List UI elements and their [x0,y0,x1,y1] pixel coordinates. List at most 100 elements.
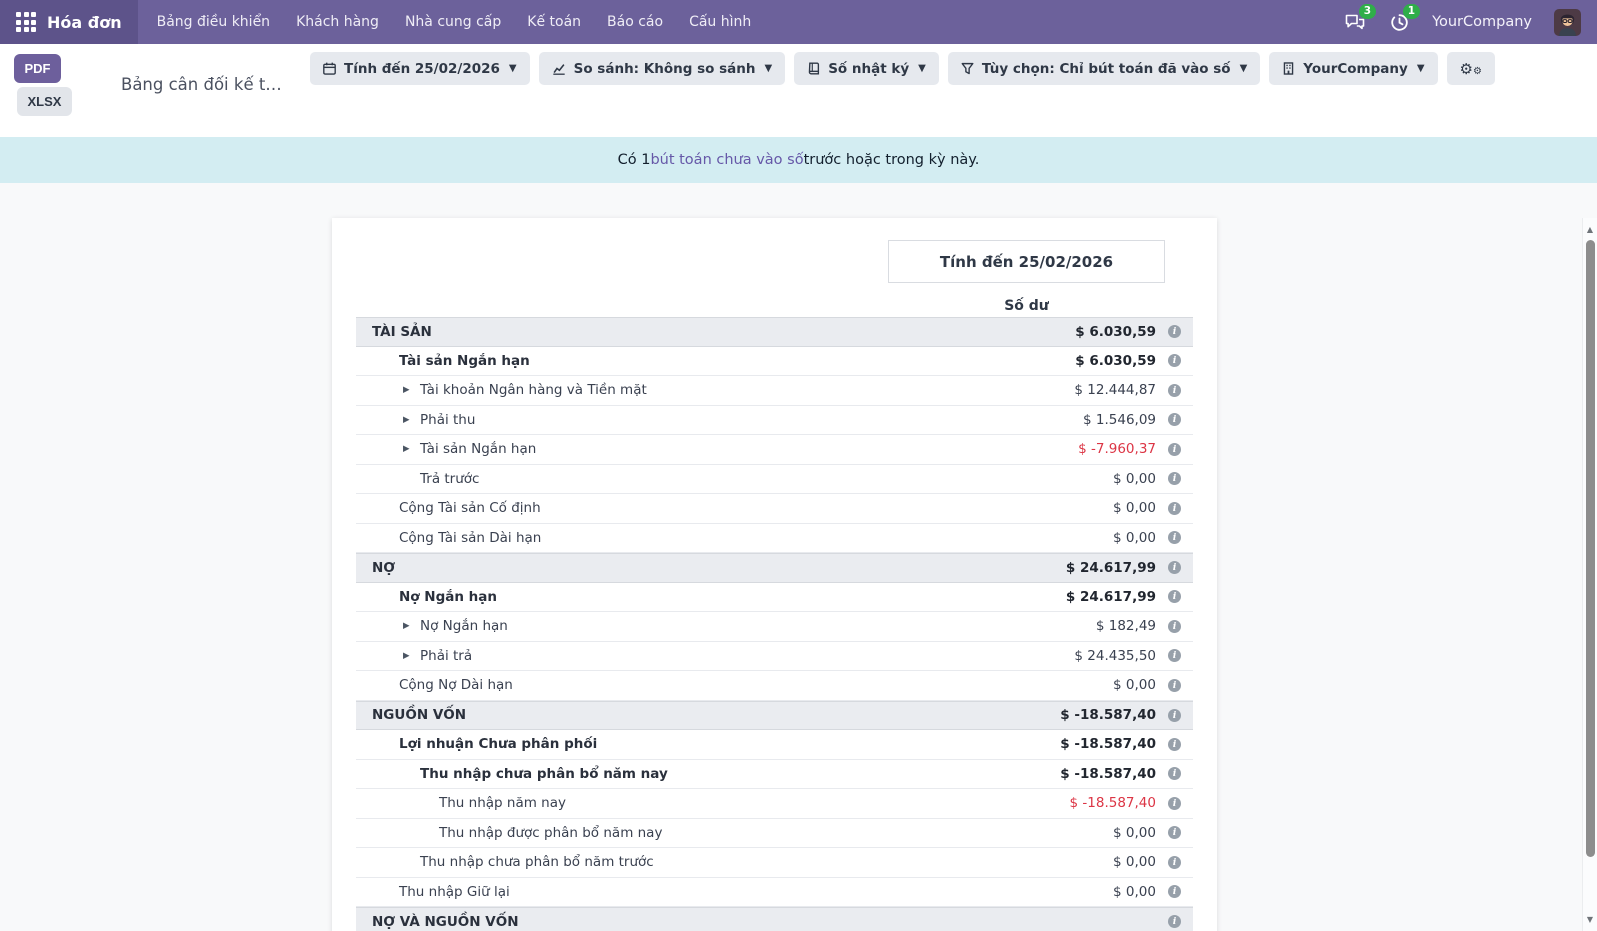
unposted-entries-link[interactable]: bút toán chưa vào số [650,152,803,168]
messages-button[interactable]: 3 [1344,11,1366,33]
expand-caret-icon[interactable]: ▶ [403,415,420,425]
info-button[interactable]: i [1156,502,1193,515]
info-button[interactable]: i [1156,443,1193,456]
messages-badge: 3 [1359,4,1376,19]
column-subheader-balance: Số dư [888,298,1165,314]
user-avatar[interactable] [1554,9,1581,36]
row-label: NỢ [372,560,395,576]
user-company-name[interactable]: YourCompany [1432,14,1532,30]
control-panel: PDF XLSX Bảng cân đối kế t… Tính đến 25/… [0,44,1597,137]
options-filter-button[interactable]: Tùy chọn: Chỉ bút toán đã vào số ▼ [948,52,1260,85]
top-menu-item[interactable]: Bảng điều khiển [144,0,283,44]
expand-caret-icon[interactable]: ▶ [403,444,420,454]
info-button[interactable]: i [1156,413,1193,426]
table-row[interactable]: ▶ Tài khoản Ngân hàng và Tiền mặt $ 12.4… [356,376,1193,406]
top-menu-item[interactable]: Kế toán [514,0,594,44]
info-button[interactable]: i [1156,797,1193,810]
table-row[interactable]: ▶ Tài sản Ngắn hạn $ -7.960,37 i [356,435,1193,465]
row-label: Thu nhập chưa phân bổ năm trước [420,854,654,870]
info-icon: i [1168,472,1181,485]
table-row: ▶ TÀI SẢN $ 6.030,59 i [356,317,1193,347]
table-row: ▶ Thu nhập Giữ lại $ 0,00 i [356,878,1193,908]
avatar-image [1554,9,1581,36]
report-table-rows: ▶ TÀI SẢN $ 6.030,59 i ▶ Tài sản Ngắn hạ… [356,317,1193,931]
row-value: $ -7.960,37 [1078,441,1156,457]
info-button[interactable]: i [1156,885,1193,898]
report-settings-button[interactable]: ⚙⚙ [1447,52,1495,85]
info-button[interactable]: i [1156,620,1193,633]
info-icon: i [1168,413,1181,426]
info-button[interactable]: i [1156,826,1193,839]
info-button[interactable]: i [1156,590,1193,603]
info-button[interactable]: i [1156,709,1193,722]
table-row: ▶ Cộng Nợ Dài hạn $ 0,00 i [356,671,1193,701]
table-row: ▶ Thu nhập chưa phân bổ năm trước $ 0,00… [356,848,1193,878]
calendar-icon [323,62,336,75]
scroll-up-arrow-icon[interactable]: ▲ [1583,225,1597,234]
banner-text-prefix: Có 1 [618,152,651,168]
comparison-filter-button[interactable]: So sánh: Không so sánh ▼ [539,52,786,85]
row-value: $ -18.587,40 [1070,795,1156,811]
info-button[interactable]: i [1156,738,1193,751]
table-row: ▶ Thu nhập chưa phân bổ năm nay $ -18.58… [356,760,1193,790]
date-filter-button[interactable]: Tính đến 25/02/2026 ▼ [310,52,530,85]
row-label: Tài sản Ngắn hạn [399,353,530,369]
info-icon: i [1168,679,1181,692]
row-label: Trả trước [420,471,479,487]
info-button[interactable]: i [1156,856,1193,869]
row-value: $ 24.617,99 [1066,589,1156,605]
info-icon: i [1168,915,1181,928]
table-row: ▶ NỢ VÀ NGUỒN VỐN i [356,907,1193,931]
company-filter-button[interactable]: YourCompany ▼ [1269,52,1437,85]
info-icon: i [1168,885,1181,898]
chevron-down-icon: ▼ [1240,63,1248,74]
expand-caret-icon[interactable]: ▶ [403,385,420,395]
info-icon: i [1168,649,1181,662]
table-row: ▶ Nợ Ngắn hạn $ 24.617,99 i [356,583,1193,613]
activities-button[interactable]: 1 [1388,11,1410,33]
company-filter-label: YourCompany [1303,61,1408,77]
export-pdf-button[interactable]: PDF [14,54,61,83]
info-button[interactable]: i [1156,561,1193,574]
row-value: $ 0,00 [1113,500,1156,516]
vertical-scrollbar[interactable]: ▲ ▼ [1582,218,1597,931]
top-menu-item[interactable]: Nhà cung cấp [392,0,514,44]
table-row[interactable]: ▶ Phải thu $ 1.546,09 i [356,406,1193,436]
info-button[interactable]: i [1156,472,1193,485]
info-button[interactable]: i [1156,354,1193,367]
expand-caret-icon[interactable]: ▶ [403,621,420,631]
scroll-down-arrow-icon[interactable]: ▼ [1583,915,1597,924]
row-label: Phải trả [420,648,472,664]
info-button[interactable]: i [1156,767,1193,780]
top-menu-item[interactable]: Khách hàng [283,0,392,44]
info-button[interactable]: i [1156,384,1193,397]
chevron-down-icon: ▼ [764,63,772,74]
info-button[interactable]: i [1156,679,1193,692]
table-row[interactable]: ▶ Nợ Ngắn hạn $ 182,49 i [356,612,1193,642]
banner-text-suffix: trước hoặc trong kỳ này. [804,152,980,168]
expand-caret-icon[interactable]: ▶ [403,651,420,661]
top-menu-item[interactable]: Báo cáo [594,0,676,44]
table-row: ▶ Thu nhập được phân bổ năm nay $ 0,00 i [356,819,1193,849]
info-button[interactable]: i [1156,325,1193,338]
export-xlsx-button[interactable]: XLSX [17,87,72,116]
row-label: Thu nhập chưa phân bổ năm nay [420,766,668,782]
table-row: ▶ Trả trước $ 0,00 i [356,465,1193,495]
app-switcher[interactable]: Hóa đơn [0,0,138,44]
row-value: $ -18.587,40 [1060,707,1156,723]
top-navbar: Hóa đơn Bảng điều khiểnKhách hàngNhà cun… [0,0,1597,44]
journals-filter-label: Số nhật ký [828,61,909,77]
info-icon: i [1168,531,1181,544]
info-icon: i [1168,502,1181,515]
scrollbar-thumb[interactable] [1586,240,1595,857]
info-icon: i [1168,767,1181,780]
info-button[interactable]: i [1156,531,1193,544]
journals-filter-button[interactable]: Số nhật ký ▼ [794,52,939,85]
info-icon: i [1168,325,1181,338]
info-button[interactable]: i [1156,649,1193,662]
row-label: Phải thu [420,412,475,428]
top-menu-item[interactable]: Cấu hình [676,0,764,44]
table-row[interactable]: ▶ Phải trả $ 24.435,50 i [356,642,1193,672]
info-icon: i [1168,797,1181,810]
info-button[interactable]: i [1156,915,1193,928]
